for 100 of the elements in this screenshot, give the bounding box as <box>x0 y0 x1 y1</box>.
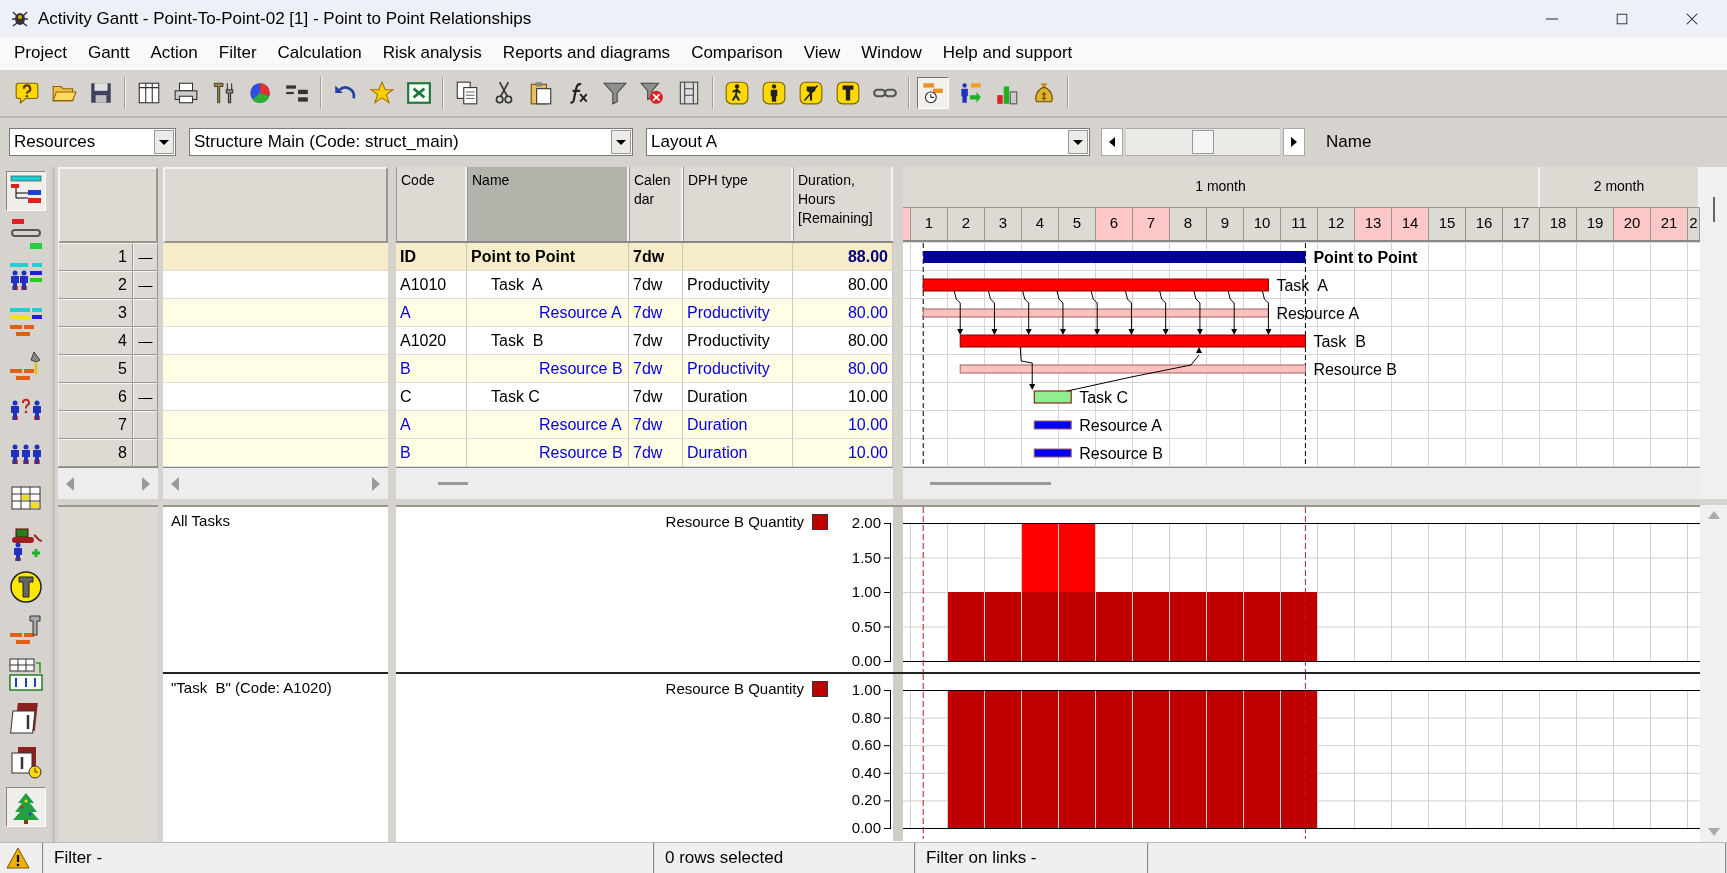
menu-item[interactable]: View <box>793 39 852 68</box>
tick-label: 0.00 <box>851 652 881 670</box>
menu-item[interactable]: Filter <box>208 39 268 68</box>
dropdown[interactable]: Resources <box>9 128 176 157</box>
table-cell: 7dw <box>629 355 683 384</box>
day-label: 16 <box>1466 208 1503 241</box>
table-cell: ID <box>396 243 467 272</box>
tick-label: 0.20 <box>851 791 881 809</box>
column-header[interactable]: Name <box>467 167 629 242</box>
scroll-right-button[interactable] <box>1283 128 1305 157</box>
bar-label: Task A <box>1276 277 1328 295</box>
collapse-toggle[interactable]: — <box>133 327 158 356</box>
column-label: Name <box>1326 132 1372 153</box>
gantt-bar[interactable] <box>922 308 1269 318</box>
status-text: Filter on links - <box>916 843 1149 873</box>
tick-label: 1.50 <box>851 548 881 566</box>
table-cell: 7dw <box>629 299 683 328</box>
collapse-toggle[interactable]: — <box>133 243 158 272</box>
column-header[interactable]: DPH type <box>683 167 793 242</box>
collapse-toggle[interactable]: — <box>133 271 158 300</box>
row-number: 5 <box>58 355 133 384</box>
dependency-arrow <box>1193 290 1203 336</box>
row-number: 4 <box>58 327 133 356</box>
dependency-arrow <box>1124 290 1135 336</box>
table-cell: 80.00 <box>793 299 893 328</box>
column-header[interactable]: Duration, Hours [Remaining] <box>793 167 893 242</box>
table-cell: B <box>396 355 467 384</box>
dependency-arrow <box>953 290 964 336</box>
maximize-icon <box>1615 11 1629 26</box>
dropdown[interactable]: Layout A <box>646 128 1090 157</box>
dropdown-button[interactable] <box>154 130 174 155</box>
gantt-bar[interactable] <box>1033 420 1072 430</box>
menu-item[interactable]: Risk analysis <box>372 39 493 68</box>
day-label: 17 <box>1503 208 1540 241</box>
histogram-bar <box>1096 592 1132 662</box>
caret-left-icon <box>1109 137 1115 148</box>
table-cell: Resource B <box>467 439 629 468</box>
bar-label: Resource B <box>1313 361 1397 379</box>
tree-icon[interactable] <box>6 787 46 828</box>
table-cell: 80.00 <box>793 355 893 384</box>
day-label: 6 <box>1096 208 1133 241</box>
menu-item[interactable]: Calculation <box>267 39 373 68</box>
scroll-thumb[interactable] <box>1713 197 1715 223</box>
collapse-toggle[interactable]: — <box>133 383 158 412</box>
day-label: 3 <box>985 208 1022 241</box>
dropdown[interactable]: Structure Main (Code: struct_main) <box>189 128 633 157</box>
slider-thumb[interactable] <box>1192 130 1214 155</box>
vertical-scrollbar[interactable] <box>1700 167 1727 500</box>
table-cell: Task C <box>467 383 629 412</box>
gantt-clock-icon[interactable] <box>917 76 949 109</box>
dropdown-button[interactable] <box>611 130 631 155</box>
menu-item[interactable]: Project <box>4 39 78 68</box>
menu-item[interactable]: Comparison <box>681 39 794 68</box>
dependency-arrow <box>1159 290 1169 336</box>
horizontal-scrollbar[interactable] <box>903 467 1700 500</box>
dependency-arrow <box>1090 290 1101 336</box>
scroll-thumb[interactable] <box>930 482 1051 486</box>
table-cell: 10.00 <box>793 439 893 468</box>
caret-down-icon <box>616 139 626 145</box>
tick-label: 0.00 <box>851 819 881 837</box>
histogram-bar <box>985 592 1021 662</box>
slider-track[interactable] <box>1126 128 1280 157</box>
tick-label: 1.00 <box>851 583 881 601</box>
table-cell: A <box>396 299 467 328</box>
histogram-bar <box>1133 592 1169 662</box>
dependency-arrow <box>1227 290 1238 336</box>
menu-item[interactable]: Window <box>851 39 933 68</box>
table-cell: 7dw <box>629 327 683 356</box>
table-cell: Resource A <box>467 411 629 440</box>
row-number: 8 <box>58 439 133 468</box>
scroll-left-button[interactable] <box>1101 128 1123 157</box>
gantt-bar[interactable] <box>923 251 1306 264</box>
day-label: 18 <box>1540 208 1577 241</box>
dropdown-button[interactable] <box>1068 130 1088 155</box>
gantt-bars-icon[interactable] <box>6 171 46 212</box>
legend-label: Resource B Quantity <box>665 680 804 698</box>
table-cell: Resource B <box>467 355 629 384</box>
table-cell: C <box>396 383 467 412</box>
table-cell: A <box>396 411 467 440</box>
gantt-bar[interactable] <box>1033 448 1072 458</box>
scroll-thumb[interactable] <box>438 482 468 486</box>
tick-label: 0.50 <box>851 617 881 635</box>
table-cell: 80.00 <box>793 327 893 356</box>
day-label: 21 <box>1651 208 1688 241</box>
dependency-arrow <box>1261 290 1272 336</box>
menu-item[interactable]: Action <box>140 39 209 68</box>
column-header[interactable]: Calendar <box>629 167 683 242</box>
day-label: 4 <box>1022 208 1059 241</box>
menu-item[interactable]: Gantt <box>77 39 141 68</box>
bar-label: Resource A <box>1276 305 1360 323</box>
day-label: 9 <box>1207 208 1244 241</box>
caret-down-icon <box>1073 139 1083 145</box>
menu-item[interactable]: Reports and diagrams <box>492 39 682 68</box>
day-label: 1 <box>911 208 948 241</box>
table-cell: 80.00 <box>793 271 893 300</box>
histogram-bar <box>1022 592 1058 662</box>
horizontal-scrollbar[interactable] <box>396 467 893 500</box>
chart-scope-label: All Tasks <box>170 511 231 532</box>
dependency-arrow <box>1022 290 1032 336</box>
menu-item[interactable]: Help and support <box>932 39 1084 68</box>
